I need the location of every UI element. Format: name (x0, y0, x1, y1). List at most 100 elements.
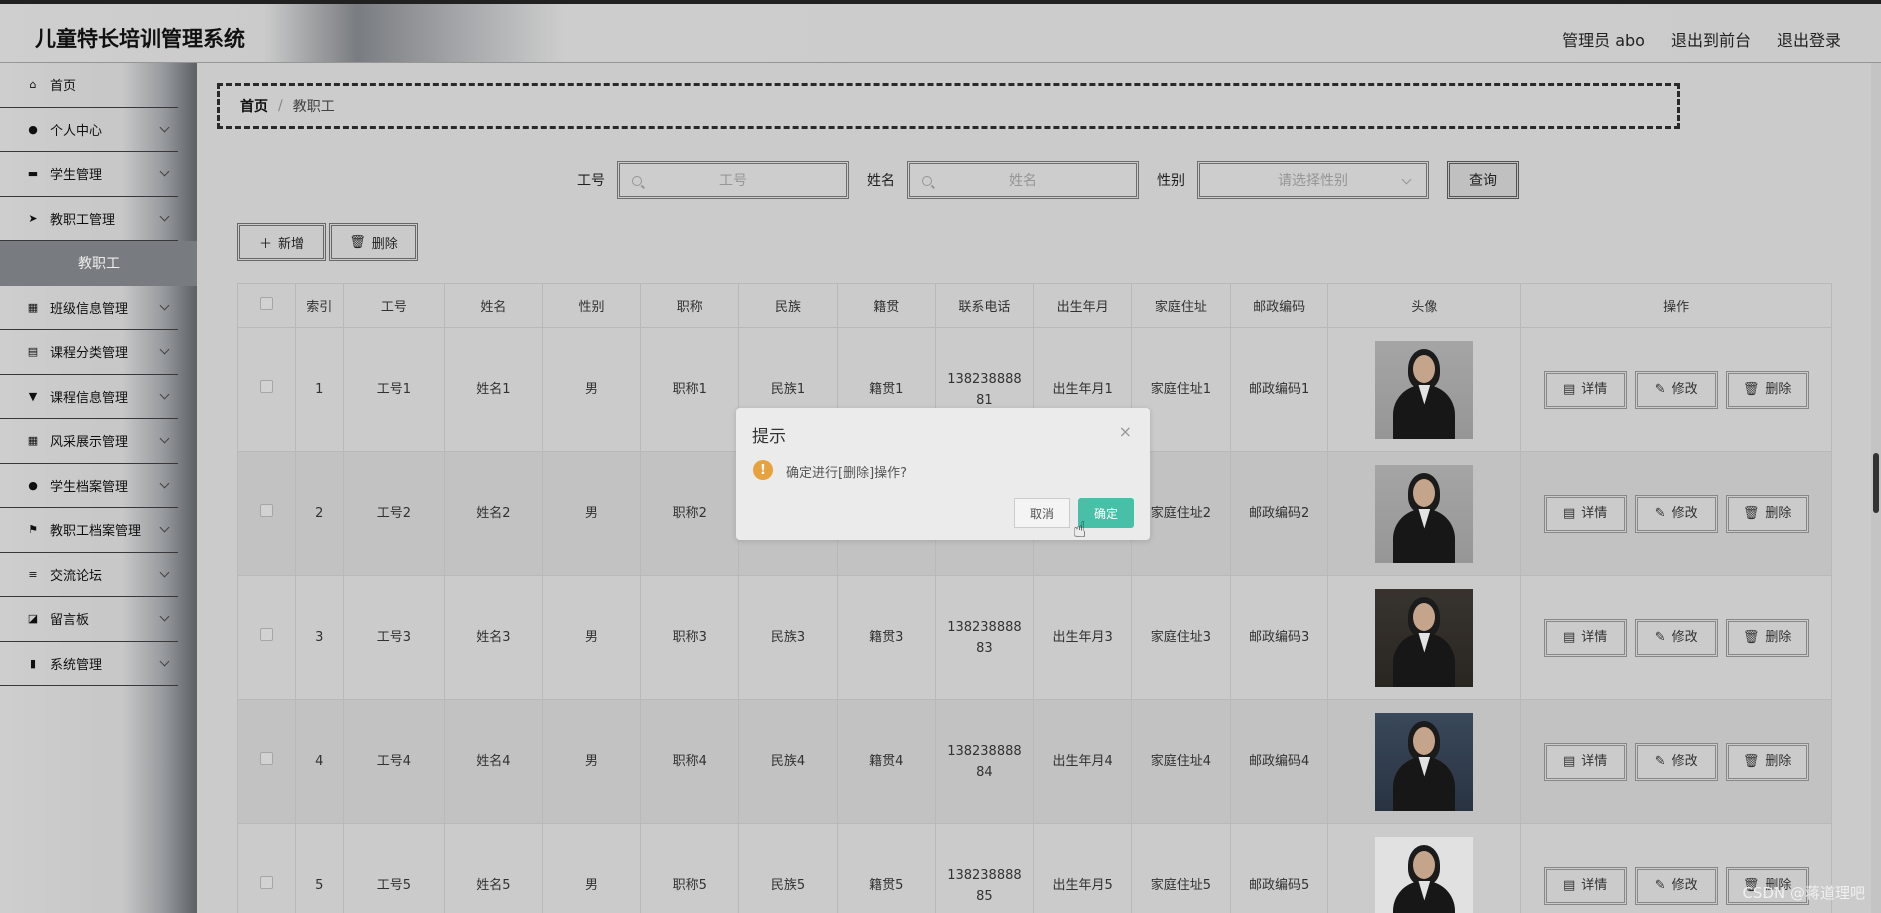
avatar[interactable] (1375, 340, 1474, 439)
gender-select[interactable]: 请选择性别 (1197, 161, 1429, 199)
detail-button[interactable]: ▤ 详情 (1543, 370, 1627, 409)
row-checkbox[interactable] (259, 628, 273, 641)
cell-origin: 籍贯4 (836, 699, 936, 824)
sidebar-item-10[interactable]: ⚑ 教职工档案管理 (0, 508, 178, 553)
logout-link[interactable]: 退出登录 (1777, 27, 1841, 51)
chevron-down-icon (159, 522, 170, 533)
edit-label: 修改 (1671, 878, 1698, 893)
delete-button[interactable]: 🗑 删除 (1725, 618, 1809, 657)
row-checkbox[interactable] (259, 380, 273, 393)
exit-to-front-link[interactable]: 退出到前台 (1671, 27, 1751, 51)
delete-button[interactable]: 🗑 删除 (1725, 742, 1809, 781)
dialog-cancel-button[interactable]: 取消 (1014, 498, 1070, 528)
sidebar-item-8[interactable]: ▦ 风采展示管理 (0, 419, 178, 464)
scrollbar-thumb[interactable] (1873, 453, 1879, 513)
gonghao-input[interactable]: 工号 (617, 161, 849, 199)
sidebar-item-1[interactable]: ● 个人中心 (0, 108, 178, 152)
detail-button[interactable]: ▤ 详情 (1543, 742, 1627, 781)
top-nav: 管理员 abo 退出到前台 退出登录 (1562, 27, 1841, 51)
delete-button[interactable]: 🗑 删除 (1725, 370, 1809, 409)
chevron-down-icon (159, 611, 170, 622)
cell-name: 姓名2 (444, 451, 543, 576)
scrollbar[interactable] (1871, 63, 1881, 913)
row-checkbox[interactable] (259, 752, 273, 765)
column-header: 联系电话 (934, 283, 1035, 328)
avatar-head (1413, 354, 1436, 383)
cell-index: 3 (294, 575, 344, 700)
cell-index: 2 (294, 451, 344, 576)
detail-label: 详情 (1581, 630, 1608, 645)
row-checkbox[interactable] (259, 504, 273, 517)
column-header: 工号 (342, 283, 446, 328)
sidebar-item-12[interactable]: ◪ 留言板 (0, 597, 178, 642)
close-icon[interactable]: × (1119, 422, 1132, 441)
row-checkbox[interactable] (259, 876, 273, 889)
avatar[interactable] (1375, 712, 1474, 811)
cell-ops: ▤ 详情 ✎ 修改 🗑 删除 (1520, 451, 1832, 576)
cell-zip: 邮政编码3 (1229, 575, 1329, 700)
breadcrumb-home[interactable]: 首页 (240, 96, 268, 116)
cup-icon: ▼ (28, 389, 38, 403)
row-actions: ▤ 详情 ✎ 修改 🗑 删除 (1521, 618, 1831, 657)
cell-index: 4 (294, 699, 344, 824)
cell-ethnic: 民族5 (738, 823, 838, 913)
hand-cursor-icon: ☝ (1073, 518, 1087, 543)
sidebar-item-13[interactable]: ▮ 系统管理 (0, 642, 178, 686)
edit-button[interactable]: ✎ 修改 (1634, 866, 1718, 905)
cell-ethnic: 民族4 (738, 699, 838, 824)
sidebar-item-3[interactable]: ➤ 教职工管理 (0, 197, 178, 241)
detail-button[interactable]: ▤ 详情 (1543, 494, 1627, 533)
row-select-cell[interactable] (237, 575, 296, 700)
sidebar-item-11[interactable]: ≡ 交流论坛 (0, 553, 178, 597)
sidebar-item-0[interactable]: ⌂ 首页 (0, 63, 178, 108)
sidebar-item-7[interactable]: ▼ 课程信息管理 (0, 375, 178, 419)
phone-part: 138238888 (947, 867, 1022, 883)
column-header: 操作 (1520, 283, 1832, 328)
sidebar-item-6[interactable]: ▤ 课程分类管理 (0, 330, 178, 375)
sidebar-item-2[interactable]: ▬ 学生管理 (0, 152, 178, 197)
detail-button[interactable]: ▤ 详情 (1543, 866, 1627, 905)
cell-ops: ▤ 详情 ✎ 修改 🗑 删除 (1520, 575, 1832, 700)
row-select-cell[interactable] (237, 327, 296, 452)
edit-label: 修改 (1671, 630, 1698, 645)
detail-button[interactable]: ▤ 详情 (1543, 618, 1627, 657)
delete-button[interactable]: 🗑 删除 (1725, 494, 1809, 533)
sidebar-item-5[interactable]: ▦ 班级信息管理 (0, 286, 178, 330)
query-button[interactable]: 查询 (1447, 161, 1519, 199)
table-header-row: 索引 工号 姓名 性别 职称 民族 籍贯 联系电话 出生年月 家庭住址 邮政编码 头像 操作 (237, 283, 1832, 328)
action-bar: ＋ 新增 🗑 删除 (237, 223, 418, 261)
name-input[interactable]: 姓名 (907, 161, 1139, 199)
row-actions: ▤ 详情 ✎ 修改 🗑 删除 (1521, 742, 1831, 781)
gender-label: 性别 (1157, 173, 1185, 189)
edit-label: 修改 (1671, 382, 1698, 397)
edit-button[interactable]: ✎ 修改 (1634, 618, 1718, 657)
sidebar-item-9[interactable]: ● 学生档案管理 (0, 464, 178, 508)
row-select-cell[interactable] (237, 451, 296, 576)
app-title: 儿童特长培训管理系统 (35, 27, 245, 51)
chevron-down-icon (159, 656, 170, 666)
admin-user-label[interactable]: 管理员 abo (1562, 27, 1645, 51)
row-actions: ▤ 详情 ✎ 修改 🗑 删除 (1521, 494, 1831, 533)
avatar[interactable] (1375, 836, 1474, 913)
sidebar-item-4[interactable]: 教职工 (0, 241, 197, 286)
edit-button[interactable]: ✎ 修改 (1634, 742, 1718, 781)
avatar-head (1413, 478, 1436, 507)
edit-button[interactable]: ✎ 修改 (1634, 494, 1718, 533)
select-all-checkbox[interactable] (259, 297, 273, 310)
add-button[interactable]: ＋ 新增 (237, 223, 326, 261)
edit-button[interactable]: ✎ 修改 (1634, 370, 1718, 409)
cell-address: 家庭住址3 (1130, 575, 1231, 700)
cell-title: 职称5 (640, 823, 740, 913)
document-icon: ▤ (1563, 506, 1576, 521)
row-select-cell[interactable] (237, 699, 296, 824)
cell-name: 姓名4 (444, 699, 543, 824)
detail-label: 详情 (1581, 754, 1608, 769)
sidebar-item-label: 课程分类管理 (50, 346, 129, 362)
select-all-cell[interactable] (237, 283, 296, 328)
avatar[interactable] (1375, 588, 1474, 687)
batch-delete-button[interactable]: 🗑 删除 (329, 223, 418, 261)
avatar[interactable] (1375, 464, 1474, 563)
row-select-cell[interactable] (237, 823, 296, 913)
column-header: 籍贯 (836, 283, 936, 328)
sidebar-item-label: 交流论坛 (50, 568, 103, 584)
